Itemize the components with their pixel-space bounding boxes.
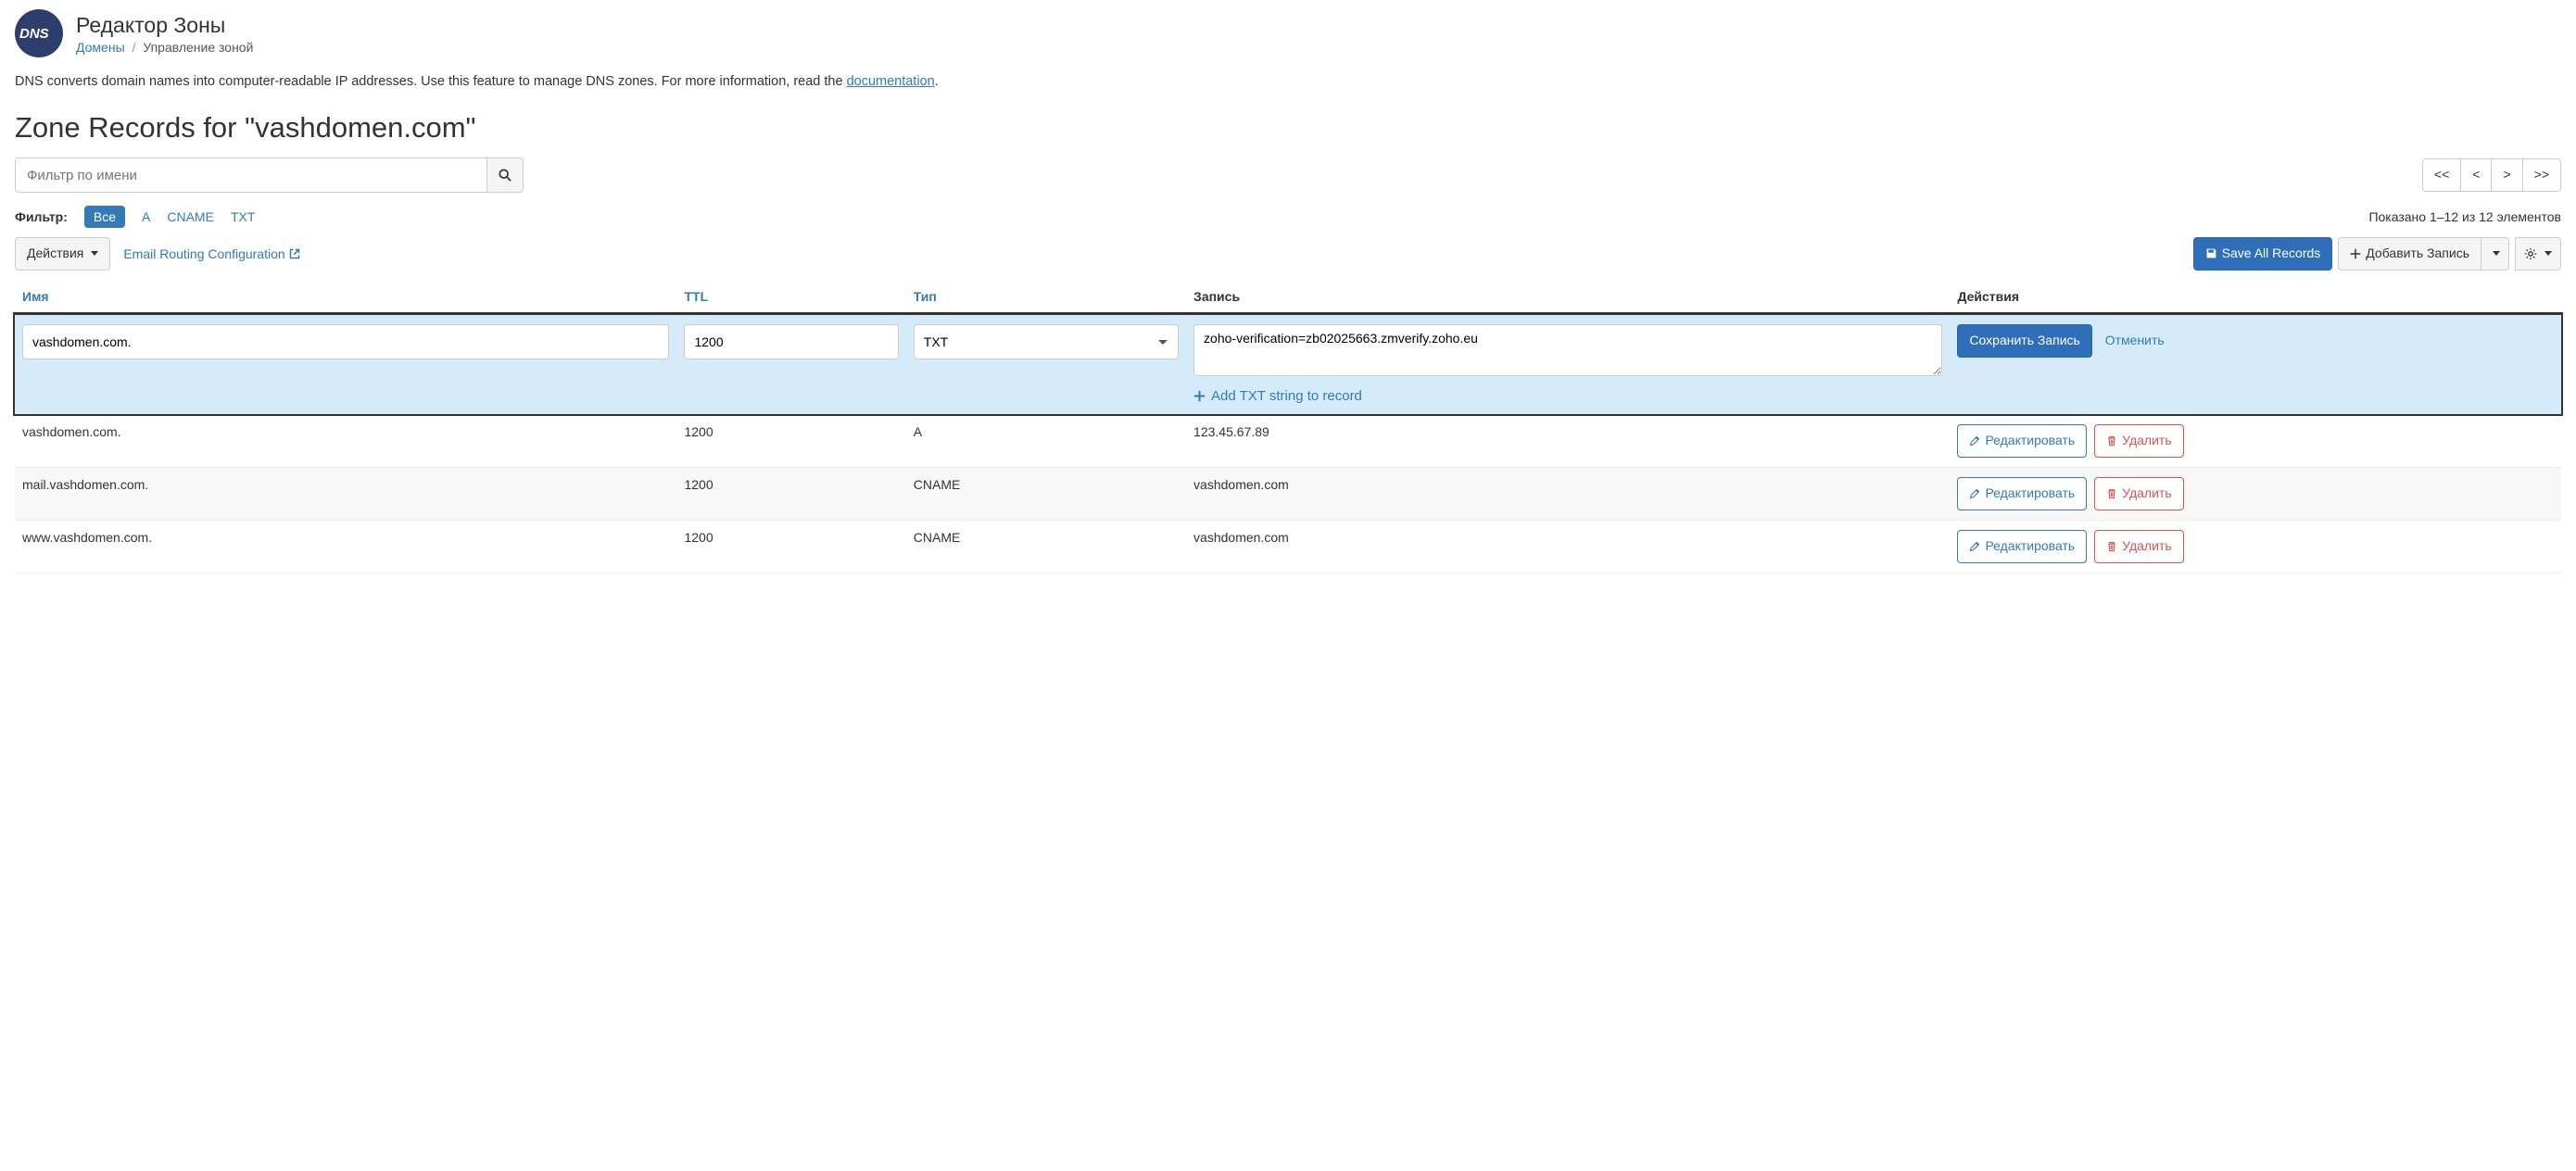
cell-type: A	[906, 414, 1186, 467]
edit-ttl-input[interactable]	[684, 324, 898, 359]
pager-next[interactable]: >	[2491, 158, 2522, 192]
cell-type: CNAME	[906, 467, 1186, 520]
chevron-down-icon	[91, 251, 98, 256]
edit-button[interactable]: Редактировать	[1957, 477, 2087, 510]
trash-icon	[2106, 488, 2117, 499]
filter-label: Фильтр:	[15, 209, 68, 224]
documentation-link[interactable]: documentation	[847, 74, 935, 89]
actions-dropdown[interactable]: Действия	[15, 237, 110, 271]
filter-search-button[interactable]	[487, 157, 524, 193]
pencil-icon	[1969, 488, 1980, 499]
pager: << < > >>	[2422, 158, 2561, 192]
cell-ttl: 1200	[676, 414, 905, 467]
th-name[interactable]: Имя	[15, 280, 676, 314]
save-all-button[interactable]: Save All Records	[2193, 237, 2333, 271]
plus-icon	[2350, 248, 2361, 259]
pager-first[interactable]: <<	[2422, 158, 2461, 192]
pager-last[interactable]: >>	[2522, 158, 2561, 192]
zone-records-title: Zone Records for "vashdomen.com"	[15, 111, 2561, 145]
edit-record-textarea[interactable]	[1193, 324, 1942, 376]
filter-input-group	[15, 157, 524, 193]
table-row-edit: TXT Add TXT string to record Сохранить З…	[15, 314, 2561, 415]
add-record-button[interactable]: Добавить Запись	[2338, 237, 2481, 271]
breadcrumb-current: Управление зоной	[143, 40, 253, 55]
chevron-down-icon	[2544, 251, 2552, 256]
cell-name: vashdomen.com.	[15, 414, 676, 467]
email-routing-link[interactable]: Email Routing Configuration	[123, 246, 299, 261]
edit-name-input[interactable]	[22, 324, 669, 359]
external-link-icon	[289, 248, 300, 259]
records-table: Имя TTL Тип Запись Действия TXT Add TXT …	[15, 280, 2561, 573]
cell-record: vashdomen.com	[1186, 467, 1950, 520]
chevron-down-icon	[2493, 251, 2500, 256]
edit-button[interactable]: Редактировать	[1957, 424, 2087, 458]
pencil-icon	[1969, 435, 1980, 447]
cell-type: CNAME	[906, 520, 1186, 573]
filter-tab-txt[interactable]: TXT	[231, 209, 255, 224]
gear-icon	[2524, 247, 2537, 260]
cell-record: 123.45.67.89	[1186, 414, 1950, 467]
pencil-icon	[1969, 541, 1980, 552]
delete-button[interactable]: Удалить	[2094, 477, 2183, 510]
filter-tabs: Фильтр: Все A CNAME TXT	[15, 206, 255, 228]
filter-tab-all[interactable]: Все	[84, 206, 125, 228]
cell-ttl: 1200	[676, 520, 905, 573]
filter-tab-cname[interactable]: CNAME	[167, 209, 214, 224]
table-row: www.vashdomen.com.1200CNAMEvashdomen.com…	[15, 520, 2561, 573]
cancel-button[interactable]: Отменить	[2096, 326, 2174, 354]
th-record: Запись	[1186, 280, 1950, 314]
table-row: mail.vashdomen.com.1200CNAMEvashdomen.co…	[15, 467, 2561, 520]
delete-button[interactable]: Удалить	[2094, 424, 2183, 458]
cell-record: vashdomen.com	[1186, 520, 1950, 573]
page-header: DNS Редактор Зоны Домены / Управление зо…	[15, 9, 2561, 57]
page-title: Редактор Зоны	[76, 13, 253, 38]
cell-name: mail.vashdomen.com.	[15, 467, 676, 520]
table-row: vashdomen.com.1200A123.45.67.89 Редактир…	[15, 414, 2561, 467]
cell-name: www.vashdomen.com.	[15, 520, 676, 573]
edit-type-select[interactable]: TXT	[914, 324, 1179, 359]
dns-logo-icon: DNS	[15, 9, 63, 57]
save-icon	[2205, 247, 2217, 259]
th-ttl[interactable]: TTL	[676, 280, 905, 314]
edit-button[interactable]: Редактировать	[1957, 530, 2087, 563]
th-actions: Действия	[1950, 280, 2561, 314]
add-record-dropdown[interactable]	[2481, 237, 2509, 271]
search-icon	[499, 169, 511, 182]
trash-icon	[2106, 541, 2117, 552]
cell-ttl: 1200	[676, 467, 905, 520]
pager-showing: Показано 1–12 из 12 элементов	[2368, 209, 2561, 224]
filter-tab-a[interactable]: A	[142, 209, 150, 224]
filter-input[interactable]	[15, 157, 487, 193]
th-type[interactable]: Тип	[906, 280, 1186, 314]
intro-text: DNS converts domain names into computer-…	[15, 74, 2561, 89]
pager-prev[interactable]: <	[2460, 158, 2492, 192]
trash-icon	[2106, 435, 2117, 447]
breadcrumb: Домены / Управление зоной	[76, 40, 253, 55]
delete-button[interactable]: Удалить	[2094, 530, 2183, 563]
save-record-button[interactable]: Сохранить Запись	[1957, 324, 2091, 358]
add-txt-string-link[interactable]: Add TXT string to record	[1193, 388, 1362, 404]
breadcrumb-home[interactable]: Домены	[76, 40, 125, 55]
settings-button[interactable]	[2515, 237, 2561, 271]
svg-text:DNS: DNS	[19, 26, 49, 42]
plus-icon	[1193, 390, 1206, 402]
